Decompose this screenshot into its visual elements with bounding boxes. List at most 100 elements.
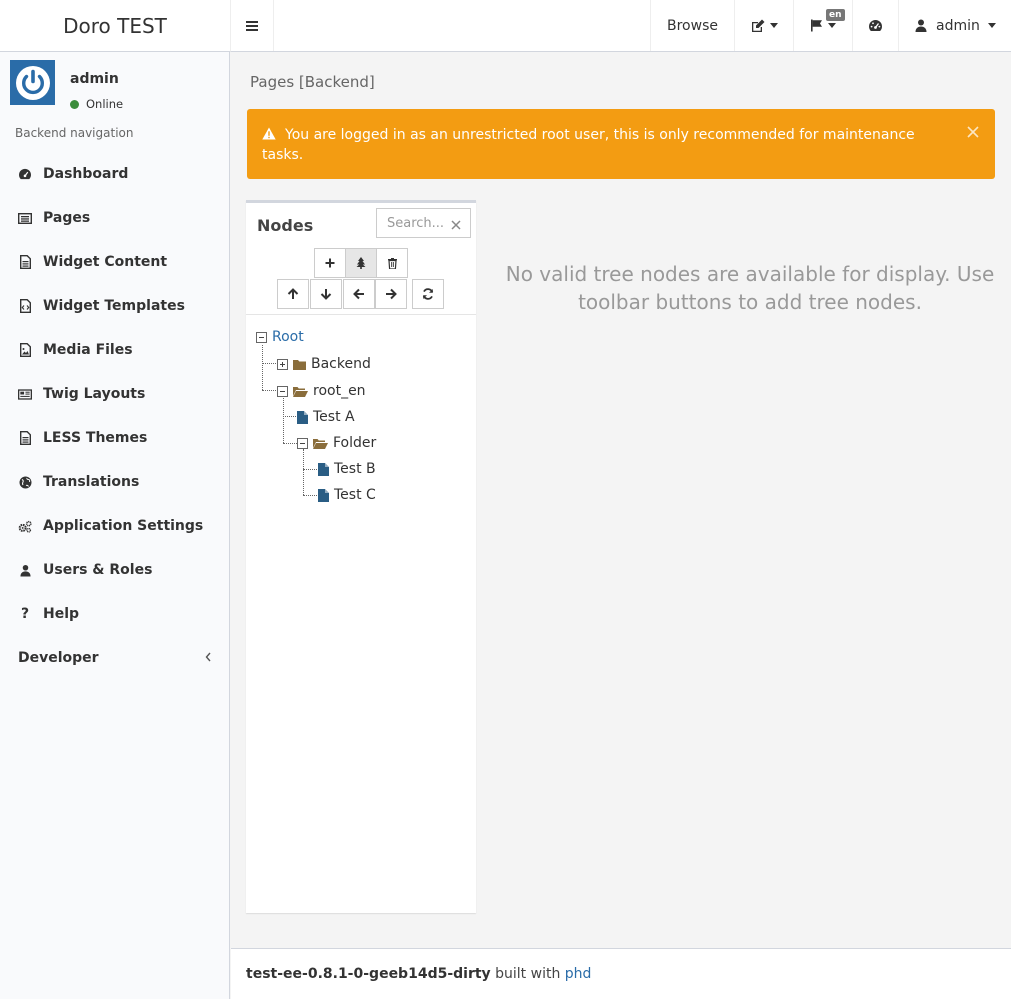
sidebar-item-label: Dashboard — [43, 166, 129, 182]
sidebar-item-label: Pages — [43, 210, 91, 226]
footer-link[interactable]: phd — [565, 966, 592, 982]
tree-line — [303, 495, 317, 496]
tree-node-label: Backend — [311, 356, 371, 372]
tree-node-backend[interactable]: Backend — [277, 354, 371, 374]
user-menu-label: admin — [936, 17, 980, 34]
top-nav-right: Browse en admin — [650, 0, 1011, 51]
nodes-panel: Nodes Search... Root Backend root_en Tes… — [246, 200, 476, 913]
folder-icon — [293, 359, 306, 370]
close-icon[interactable] — [967, 126, 979, 138]
empty-state-message: No valid tree nodes are available for di… — [505, 262, 995, 314]
sidebar-item-dashboard[interactable]: Dashboard — [0, 152, 229, 196]
sidebar-item-media-files[interactable]: Media Files — [0, 328, 229, 372]
tree-node-folder[interactable]: Folder — [297, 433, 376, 453]
add-tree-button[interactable] — [345, 248, 377, 278]
user-panel: admin Online — [10, 60, 220, 111]
tree-line — [283, 396, 284, 443]
online-dot-icon — [70, 99, 79, 109]
sidebar-item-pages[interactable]: Pages — [0, 196, 229, 240]
language-menu-button[interactable]: en — [793, 0, 852, 51]
refresh-button[interactable] — [412, 279, 444, 309]
sidebar-item-application-settings[interactable]: Application Settings — [0, 504, 229, 548]
cogs-icon — [18, 519, 32, 533]
file-image-icon — [18, 343, 32, 357]
tree-node-test-b[interactable]: Test B — [318, 459, 376, 479]
flag-icon — [811, 19, 822, 32]
browse-link[interactable]: Browse — [650, 0, 734, 51]
dashboard-icon — [869, 20, 882, 31]
nodes-title: Nodes — [257, 216, 314, 235]
user-icon — [18, 563, 32, 577]
sidebar: admin Online Backend navigation Dashboar… — [0, 52, 230, 999]
add-node-button[interactable] — [314, 248, 346, 278]
sidebar-item-label: Media Files — [43, 342, 133, 358]
file-icon — [318, 462, 329, 476]
plus-icon — [325, 258, 335, 268]
tree-node-test-a[interactable]: Test A — [297, 407, 355, 427]
sidebar-item-help[interactable]: ? Help — [0, 592, 229, 636]
user-status: Online — [70, 97, 123, 111]
chevron-left-icon — [205, 652, 211, 662]
user-icon — [915, 19, 927, 32]
hamburger-icon — [246, 20, 258, 31]
footer-built-with: built with — [495, 966, 561, 982]
app-title[interactable]: Doro TEST — [63, 14, 167, 38]
sidebar-item-label: Application Settings — [43, 518, 204, 534]
toolbar-divider — [246, 314, 476, 315]
sidebar-menu: Dashboard Pages Widget Content Widget Te… — [0, 152, 229, 680]
arrow-up-icon — [287, 288, 299, 299]
sidebar-item-widget-content[interactable]: Widget Content — [0, 240, 229, 284]
move-left-button[interactable] — [343, 279, 375, 309]
file-icon — [297, 410, 308, 424]
tree-node-label: root_en — [313, 383, 366, 399]
sidebar-header: Backend navigation — [15, 126, 134, 140]
tree-line — [303, 469, 317, 470]
alert-text: You are logged in as an unrestricted roo… — [262, 127, 915, 163]
collapse-icon[interactable] — [297, 437, 308, 449]
tree-node-root-en[interactable]: root_en — [277, 381, 366, 401]
move-up-button[interactable] — [277, 279, 309, 309]
page-title: Pages [Backend] — [250, 73, 375, 91]
delete-node-button[interactable] — [376, 248, 408, 278]
arrow-right-icon — [386, 288, 397, 300]
app-logo[interactable]: Doro TEST — [0, 0, 230, 52]
warning-icon — [262, 127, 276, 140]
tree-line — [303, 449, 304, 495]
browse-label: Browse — [667, 17, 718, 34]
sidebar-item-users-roles[interactable]: Users & Roles — [0, 548, 229, 592]
move-right-button[interactable] — [375, 279, 407, 309]
warning-alert: You are logged in as an unrestricted roo… — [247, 109, 995, 179]
tree-line — [283, 416, 296, 417]
sidebar-item-developer[interactable]: Developer — [0, 636, 229, 680]
collapse-icon[interactable] — [277, 385, 288, 397]
search-input[interactable]: Search... — [376, 208, 471, 238]
tree-node-root[interactable]: Root — [256, 327, 304, 347]
tree-node-test-c[interactable]: Test C — [318, 485, 376, 505]
tree-node-label: Test C — [334, 487, 376, 503]
language-badge: en — [826, 9, 845, 21]
tree-node-label: Folder — [333, 435, 377, 451]
edit-menu-button[interactable] — [734, 0, 793, 51]
newspaper-icon — [18, 387, 32, 401]
dashboard-button[interactable] — [852, 0, 898, 51]
tree-line — [262, 363, 276, 364]
sidebar-item-label: LESS Themes — [43, 430, 148, 446]
sidebar-item-widget-templates[interactable]: Widget Templates — [0, 284, 229, 328]
avatar — [10, 60, 55, 105]
collapse-icon[interactable] — [256, 331, 267, 343]
sidebar-item-twig-layouts[interactable]: Twig Layouts — [0, 372, 229, 416]
chevron-down-icon — [987, 23, 996, 28]
sidebar-item-label: Widget Templates — [43, 298, 185, 314]
sidebar-item-label: Developer — [18, 650, 99, 666]
tree-node-label: Test B — [334, 461, 376, 477]
move-down-button[interactable] — [310, 279, 342, 309]
expand-icon[interactable] — [277, 358, 288, 370]
user-menu-button[interactable]: admin — [898, 0, 1011, 51]
file-text-icon — [18, 431, 32, 445]
sidebar-item-label: Widget Content — [43, 254, 168, 270]
sidebar-item-translations[interactable]: Translations — [0, 460, 229, 504]
clear-icon[interactable] — [451, 220, 461, 230]
sidebar-toggle-button[interactable] — [231, 0, 274, 51]
sidebar-item-less-themes[interactable]: LESS Themes — [0, 416, 229, 460]
chevron-down-icon — [769, 23, 778, 28]
